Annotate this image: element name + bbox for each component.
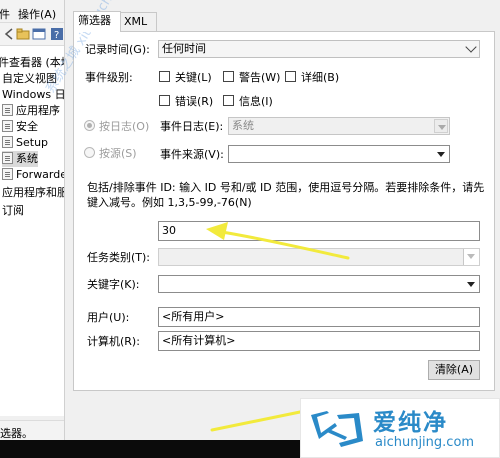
tab-filter[interactable]: 筛选器	[73, 11, 121, 32]
annotation-overlay	[206, 222, 350, 432]
logo-title: 爱纯净	[373, 410, 448, 436]
arrow-annotation	[206, 222, 350, 260]
aichunjing-logo: 爱纯净 aichunjing.com	[300, 398, 500, 458]
logo-mark-icon	[311, 411, 363, 447]
arrow-annotation	[210, 410, 302, 432]
logo-url: aichunjing.com	[375, 435, 475, 450]
